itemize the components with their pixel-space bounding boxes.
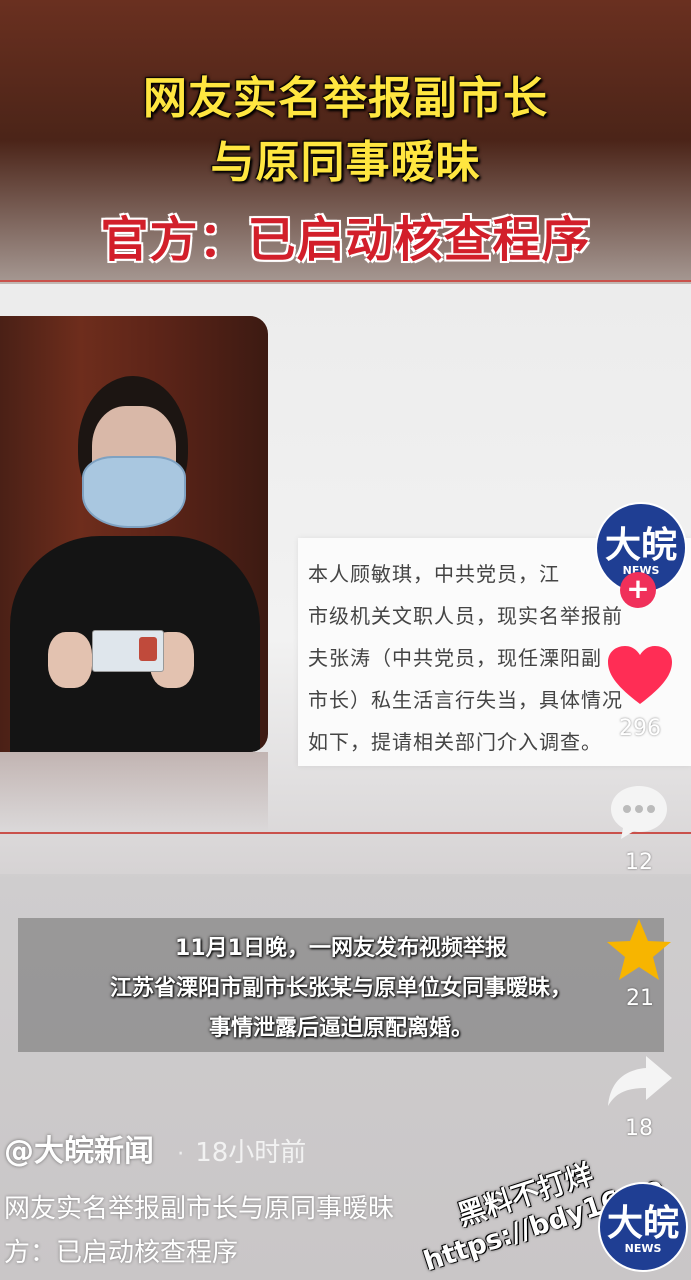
post-meta: @大皖新闻 · 18小时前 bbox=[4, 1126, 306, 1170]
headline-line-2: 与原同事暧昧 bbox=[210, 137, 481, 188]
like-count: 296 bbox=[619, 716, 661, 741]
account-name[interactable]: @大皖新闻 bbox=[4, 1134, 154, 1169]
id-card bbox=[92, 630, 164, 672]
post-time: 18小时前 bbox=[195, 1138, 307, 1168]
comment-icon[interactable] bbox=[607, 782, 671, 842]
whistleblower-photo bbox=[0, 316, 268, 752]
caption-line: 11月1日晚，一网友发布视频举报 bbox=[175, 936, 507, 961]
video-caption: 11月1日晚，一网友发布视频举报 江苏省溧阳市副市长张某与原单位女同事暧昧， 事… bbox=[18, 918, 664, 1052]
follow-button[interactable]: + bbox=[620, 572, 656, 608]
headline-line-3: 官方：已启动核查程序 bbox=[100, 212, 591, 268]
document-line: 如下，提请相关部门介入调查。 bbox=[308, 730, 602, 754]
document-line: 市长）私生活言行失当，具体情况 bbox=[308, 688, 623, 712]
divider-top bbox=[0, 280, 691, 282]
avatar-text: 大皖 bbox=[604, 524, 677, 566]
caption-line: 江苏省溧阳市副市长张某与原单位女同事暧昧， bbox=[109, 976, 572, 1001]
left-hand bbox=[48, 632, 92, 688]
star-icon[interactable] bbox=[604, 916, 674, 984]
watermark-logo-subtext: NEWS bbox=[624, 1242, 662, 1255]
document-line: 本人顾敏琪，中共党员，江 bbox=[308, 562, 560, 586]
comment-count: 12 bbox=[625, 850, 653, 875]
share-icon[interactable] bbox=[606, 1052, 674, 1108]
watermark-logo: 大皖 NEWS bbox=[598, 1182, 688, 1272]
heart-icon[interactable] bbox=[606, 644, 674, 706]
caption-line: 事情泄露后逼迫原配离婚。 bbox=[208, 1016, 473, 1041]
plus-icon: + bbox=[626, 572, 650, 605]
document-line: 夫张涛（中共党员，现任溧阳副 bbox=[308, 646, 602, 670]
photo-reflection bbox=[0, 752, 268, 832]
share-count: 18 bbox=[625, 1116, 653, 1141]
favorite-count: 21 bbox=[626, 986, 654, 1011]
watermark-logo-text: 大皖 bbox=[606, 1202, 679, 1244]
document-line: 市级机关文职人员，现实名举报前 bbox=[308, 604, 623, 628]
divider-bottom bbox=[0, 832, 691, 834]
meta-separator: · bbox=[177, 1142, 185, 1167]
post-description-line-1[interactable]: 网友实名举报副市长与原同事暧昧 bbox=[4, 1188, 484, 1225]
face-mask bbox=[82, 456, 186, 528]
post-description-line-2[interactable]: 方：已启动核查程序 bbox=[4, 1232, 484, 1269]
headline-line-1: 网友实名举报副市长 bbox=[143, 73, 548, 124]
